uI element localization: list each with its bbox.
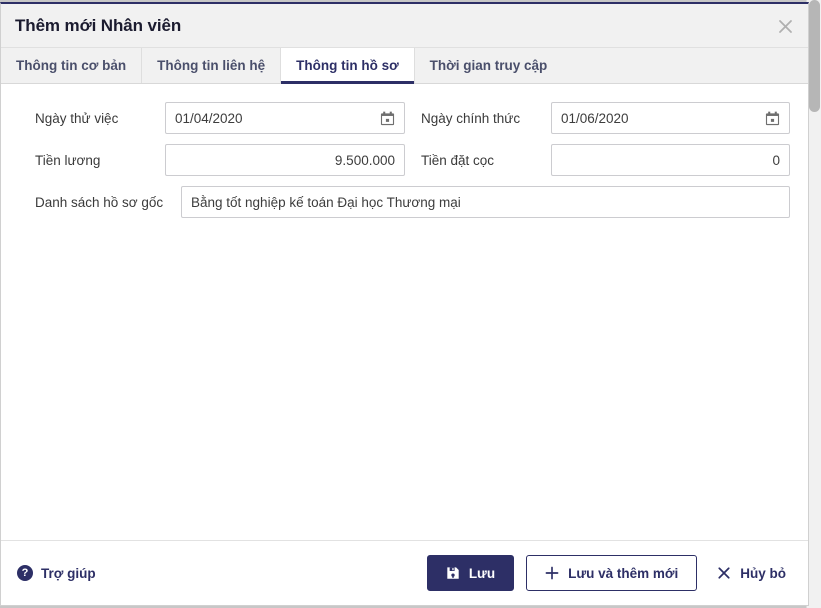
form-row-dates: Ngày thử việc 01/04/2020 — [19, 102, 790, 134]
input-value: Bằng tốt nghiệp kế toán Đại học Thương m… — [191, 195, 780, 210]
field-ngay-thu-viec: Ngày thử việc 01/04/2020 — [19, 102, 405, 134]
help-button[interactable]: ? Trợ giúp — [17, 565, 96, 581]
input-value: 9.500.000 — [175, 153, 395, 168]
dialog-body: Ngày thử việc 01/04/2020 — [1, 84, 808, 540]
tien-dat-coc-input[interactable]: 0 — [551, 144, 790, 176]
field-tien-luong: Tiền lương 9.500.000 — [19, 144, 405, 176]
tab-thoi-gian-truy-cap[interactable]: Thời gian truy cập — [415, 48, 563, 83]
help-label: Trợ giúp — [41, 566, 96, 581]
ngay-chinh-thuc-input[interactable]: 01/06/2020 — [551, 102, 790, 134]
cancel-button[interactable]: Hủy bỏ — [713, 555, 790, 591]
tab-label: Thời gian truy cập — [430, 58, 548, 73]
tab-thong-tin-lien-he[interactable]: Thông tin liên hệ — [142, 48, 281, 83]
field-label: Tiền đặt cọc — [405, 153, 551, 168]
dialog-footer: ? Trợ giúp Lưu — [1, 540, 808, 605]
calendar-icon[interactable] — [765, 111, 780, 126]
add-employee-dialog: Thêm mới Nhân viên Thông tin cơ bản Thôn… — [0, 2, 809, 606]
field-label: Tiền lương — [19, 153, 165, 168]
tien-luong-input[interactable]: 9.500.000 — [165, 144, 405, 176]
save-label: Lưu — [469, 566, 495, 581]
form-row-money: Tiền lương 9.500.000 Tiền đặt cọc 0 — [19, 144, 790, 176]
cancel-label: Hủy bỏ — [740, 566, 786, 581]
page-scrollbar-thumb[interactable] — [809, 0, 820, 112]
danh-sach-ho-so-goc-input[interactable]: Bằng tốt nghiệp kế toán Đại học Thương m… — [181, 186, 790, 218]
close-button[interactable] — [772, 13, 798, 39]
field-ngay-chinh-thuc: Ngày chính thức 01/06/2020 — [405, 102, 790, 134]
form-row-documents: Danh sách hồ sơ gốc Bằng tốt nghiệp kế t… — [19, 186, 790, 218]
field-tien-dat-coc: Tiền đặt cọc 0 — [405, 144, 790, 176]
tab-thong-tin-ho-so[interactable]: Thông tin hồ sơ — [281, 48, 415, 83]
tab-label: Thông tin liên hệ — [157, 58, 265, 73]
question-mark-icon: ? — [17, 565, 33, 581]
save-and-new-label: Lưu và thêm mới — [568, 566, 678, 581]
screen: Thêm mới Nhân viên Thông tin cơ bản Thôn… — [0, 0, 821, 608]
close-x-icon — [717, 566, 731, 580]
field-label: Danh sách hồ sơ gốc — [19, 195, 181, 210]
plus-icon — [545, 566, 559, 580]
tab-bar: Thông tin cơ bản Thông tin liên hệ Thông… — [1, 48, 808, 84]
tab-label: Thông tin hồ sơ — [296, 58, 399, 73]
field-label: Ngày thử việc — [19, 111, 165, 126]
input-value: 01/06/2020 — [561, 111, 759, 126]
tab-thong-tin-co-ban[interactable]: Thông tin cơ bản — [1, 48, 142, 83]
input-value: 0 — [561, 153, 780, 168]
save-button[interactable]: Lưu — [427, 555, 514, 591]
dialog-header: Thêm mới Nhân viên — [1, 4, 808, 48]
close-icon — [778, 19, 793, 34]
tab-label: Thông tin cơ bản — [16, 58, 126, 73]
ngay-thu-viec-input[interactable]: 01/04/2020 — [165, 102, 405, 134]
input-value: 01/04/2020 — [175, 111, 374, 126]
save-and-new-button[interactable]: Lưu và thêm mới — [526, 555, 697, 591]
calendar-icon[interactable] — [380, 111, 395, 126]
floppy-disk-save-icon — [446, 566, 460, 580]
field-label: Ngày chính thức — [405, 111, 551, 126]
profile-form: Ngày thử việc 01/04/2020 — [1, 84, 808, 218]
dialog-title: Thêm mới Nhân viên — [15, 16, 181, 36]
